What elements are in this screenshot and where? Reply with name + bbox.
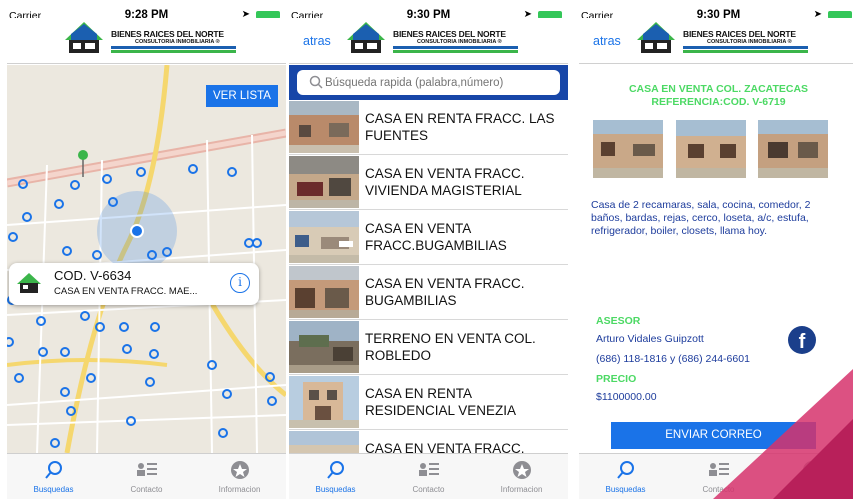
map-view[interactable]: VER LISTA COD. V-6634 CASA EN VENTA FRAC… (7, 65, 286, 453)
house-logo-icon (347, 22, 385, 53)
logo-stripe-green (111, 50, 236, 53)
contact-card-icon (136, 463, 157, 476)
property-reference: REFERENCIA:COD. V-6719 (651, 96, 786, 108)
search-icon (326, 461, 344, 479)
back-button[interactable]: atras (303, 34, 331, 48)
list-item-title: CASA EN VENTA FRACC.BUGAMBILIAS (365, 221, 507, 253)
tab-busquedas[interactable]: Busquedas (7, 454, 100, 499)
logo-stripe-blue (393, 46, 518, 49)
navbar: atras BIENES RAICES DEL NORTE CONSULTORI… (289, 18, 568, 64)
logo-subtitle: CONSULTORIA INMOBILIARIA ® (707, 39, 792, 45)
list-item[interactable]: CASA EN RENTA RESIDENCIAL VENEZIA (289, 375, 568, 430)
search-icon (44, 461, 62, 479)
list-item-title: CASA EN RENTA RESIDENCIAL VENEZIA (365, 386, 517, 418)
decorative-corner (713, 369, 853, 499)
callout-description: CASA EN VENTA FRACC. MAE... (54, 286, 198, 297)
logo-title: BIENES RAICES DEL NORTE (393, 29, 506, 39)
asesor-label: ASESOR (596, 315, 641, 327)
logo-title: BIENES RAICES DEL NORTE (683, 29, 796, 39)
property-photo (289, 266, 359, 318)
property-title-line1: CASA EN VENTA COL. ZACATECAS (628, 83, 809, 95)
logo-stripe-green (683, 50, 808, 53)
list-item[interactable]: TERRENO EN VENTA COL. ROBLEDO (289, 320, 568, 375)
map-streets (7, 65, 286, 453)
property-photo[interactable] (758, 120, 828, 178)
list-item-title: CASA EN VENTA FRACC. VIVIENDA MAGISTERIA… (365, 166, 525, 198)
map-callout[interactable]: COD. V-6634 CASA EN VENTA FRACC. MAE... … (9, 263, 259, 305)
asesor-name: Arturo Vidales Guipzott (596, 333, 704, 345)
tab-contacto[interactable]: Contacto (100, 454, 193, 499)
info-icon[interactable]: i (230, 273, 250, 293)
back-button[interactable]: atras (593, 34, 621, 48)
property-photo (289, 156, 359, 208)
tab-contacto[interactable]: Contacto (382, 454, 475, 499)
property-photo[interactable] (676, 120, 746, 178)
tab-informacion[interactable]: Informacion (193, 454, 286, 499)
property-photo (289, 376, 359, 428)
brand-logo: BIENES RAICES DEL NORTE CONSULTORIA INMO… (637, 20, 837, 60)
callout-code: COD. V-6634 (54, 268, 132, 283)
search-icon (616, 461, 634, 479)
precio-value: $1100000.00 (596, 391, 657, 403)
list-screen: Carrier 9:30 PM ➤ atras BIENES RAICES DE… (289, 0, 568, 499)
info-star-icon (512, 461, 531, 479)
list-item-title: CASA EN VENTA FRACC. (365, 441, 525, 453)
map-screen: Carrier 9:28 PM ➤ BIENES RAICES DEL NORT… (7, 0, 286, 499)
ver-lista-button[interactable]: VER LISTA (206, 85, 278, 107)
navbar: BIENES RAICES DEL NORTE CONSULTORIA INMO… (7, 18, 286, 64)
list-item[interactable]: CASA EN VENTA FRACC. VIVIENDA MAGISTERIA… (289, 155, 568, 210)
list-item-title: CASA EN RENTA FRACC. LAS FUENTES (365, 111, 555, 143)
logo-subtitle: CONSULTORIA INMOBILIARIA ® (135, 39, 220, 45)
navbar: atras BIENES RAICES DEL NORTE CONSULTORI… (579, 18, 853, 64)
house-logo-icon (65, 22, 103, 53)
property-description: Casa de 2 recamaras, sala, cocina, comed… (591, 199, 811, 237)
contact-card-icon (418, 463, 439, 476)
search-input[interactable] (297, 70, 560, 95)
tab-informacion-label: Informacion (218, 485, 261, 494)
info-star-icon (230, 461, 249, 479)
property-photo (289, 321, 359, 373)
tab-informacion[interactable]: Informacion (475, 454, 568, 499)
brand-logo: BIENES RAICES DEL NORTE CONSULTORIA INMO… (347, 20, 547, 60)
list-item[interactable]: CASA EN VENTA FRACC. (289, 430, 568, 453)
property-photo (289, 431, 359, 453)
brand-logo: BIENES RAICES DEL NORTE CONSULTORIA INMO… (65, 20, 265, 60)
list-item-title: CASA EN VENTA FRACC. BUGAMBILIAS (365, 276, 525, 308)
precio-label: PRECIO (596, 373, 637, 385)
facebook-icon[interactable]: f (788, 326, 816, 354)
logo-subtitle: CONSULTORIA INMOBILIARIA ® (417, 39, 502, 45)
house-logo-icon (637, 22, 675, 53)
tab-contacto-label: Contacto (412, 485, 445, 494)
tab-informacion-label: Informacion (500, 485, 543, 494)
property-photo (289, 211, 359, 263)
property-photo[interactable] (593, 120, 663, 178)
tab-bar: Busquedas Contacto Informacion (7, 453, 286, 499)
logo-stripe-green (393, 50, 518, 53)
property-photo (289, 101, 359, 153)
search-icon (309, 75, 323, 89)
logo-stripe-blue (111, 46, 236, 49)
tab-contacto-label: Contacto (130, 485, 163, 494)
list-item[interactable]: CASA EN VENTA FRACC. BUGAMBILIAS (289, 265, 568, 320)
property-title: CASA EN VENTA COL. ZACATECAS REFERENCIA:… (579, 83, 853, 109)
tab-busquedas[interactable]: Busquedas (289, 454, 382, 499)
list-item[interactable]: CASA EN VENTA FRACC.BUGAMBILIAS (289, 210, 568, 265)
tab-busquedas-label: Busquedas (33, 485, 74, 494)
tab-busquedas-label: Busquedas (315, 485, 356, 494)
logo-title: BIENES RAICES DEL NORTE (111, 29, 224, 39)
property-list: CASA EN RENTA FRACC. LAS FUENTES CASA EN… (289, 100, 568, 453)
list-item[interactable]: CASA EN RENTA FRACC. LAS FUENTES (289, 100, 568, 155)
search-bar (289, 65, 568, 100)
list-item-title: TERRENO EN VENTA COL. ROBLEDO (365, 331, 536, 363)
logo-stripe-blue (683, 46, 808, 49)
tab-bar: Busquedas Contacto Informacion (289, 453, 568, 499)
listing-logo-icon (17, 273, 41, 293)
